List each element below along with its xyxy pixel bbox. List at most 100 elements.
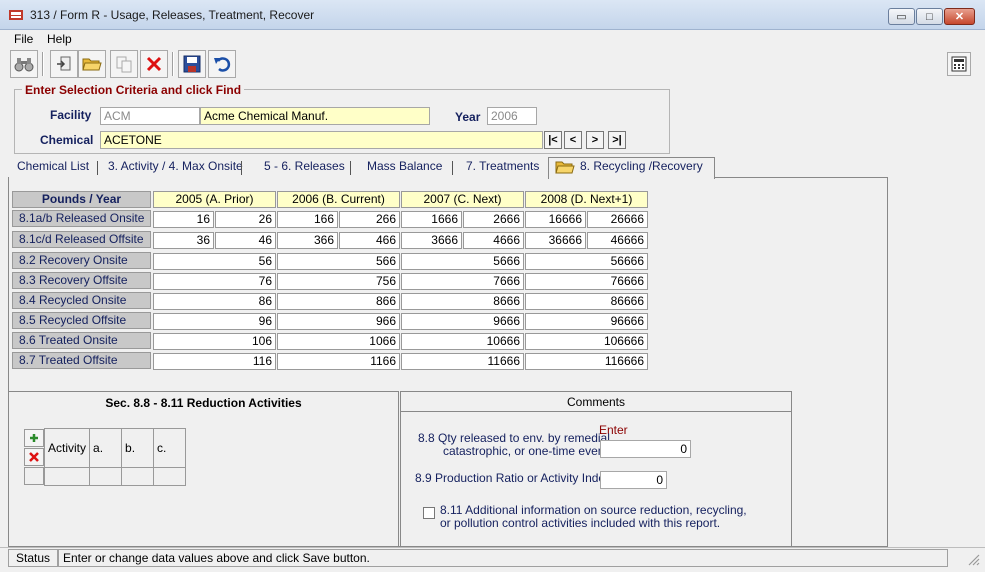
grid-cell[interactable]: 16666 [525,211,586,228]
grid-cell[interactable]: 56 [153,253,276,270]
grid-cell[interactable]: 1066 [277,333,400,350]
menu-bar: File Help [0,30,985,48]
minimize-button[interactable]: ▭ [888,8,915,25]
q811-checkbox[interactable] [423,507,435,519]
row-selector[interactable] [24,467,44,485]
grid-cell[interactable]: 8666 [401,293,524,310]
grid-cell[interactable]: 4666 [463,232,524,249]
close-icon: ✕ [954,11,965,23]
tab-panel-top-border [714,177,888,178]
open-button[interactable] [78,50,106,78]
grid-cell[interactable]: 106666 [525,333,648,350]
q88-field[interactable]: 0 [600,440,691,458]
add-activity-button[interactable] [24,429,44,447]
q89-field[interactable]: 0 [600,471,667,489]
grid-cell[interactable]: 76 [153,273,276,290]
grid-cell[interactable]: 56666 [525,253,648,270]
tab-comments[interactable]: Comments [400,391,792,412]
grid-cell[interactable]: 86 [153,293,276,310]
tab-releases[interactable]: 5 - 6. Releases [264,159,345,177]
menu-file[interactable]: File [14,32,33,46]
grid-cell[interactable]: 3666 [401,232,462,249]
save-disk-icon [183,55,201,73]
row-label: 8.2 Recovery Onsite [12,252,151,269]
year-field[interactable]: 2006 [487,107,537,125]
grid-cell[interactable]: 86666 [525,293,648,310]
facility-name-field[interactable]: Acme Chemical Manuf. [200,107,430,125]
grid-cell[interactable]: 116 [153,353,276,370]
grid-cell[interactable]: 96666 [525,313,648,330]
menu-help[interactable]: Help [47,32,72,46]
tab-mass-balance[interactable]: Mass Balance [367,159,442,177]
resize-grip-icon[interactable] [966,552,980,566]
grid-cell[interactable]: 46666 [587,232,648,249]
grid-cell[interactable]: 106 [153,333,276,350]
nav-first-button[interactable]: |< [544,131,562,149]
nav-next-button[interactable]: > [586,131,604,149]
grid-cell[interactable]: 966 [277,313,400,330]
a-column-header: a. [89,428,123,468]
selection-criteria-legend: Enter Selection Criteria and click Find [22,83,245,97]
grid-cell[interactable]: 1166 [277,353,400,370]
chemical-field[interactable]: ACETONE [100,131,543,149]
grid-cell[interactable]: 26 [215,211,276,228]
save-button[interactable] [178,50,206,78]
grid-cell[interactable]: 2666 [463,211,524,228]
b-cell[interactable] [121,467,155,486]
q89-label: 8.9 Production Ratio or Activity Index [415,471,612,485]
tab-chemical-list[interactable]: Chemical List [17,159,89,177]
open-folder-icon [555,161,575,174]
tab-activity[interactable]: 3. Activity / 4. Max Onsite [108,159,243,177]
grid-cell[interactable]: 756 [277,273,400,290]
activity-cell[interactable] [43,467,91,486]
delete-button[interactable] [140,50,168,78]
column-header-prior: 2005 (A. Prior) [153,191,276,208]
nav-last-button[interactable]: >| [608,131,626,149]
grid-cell[interactable]: 1666 [401,211,462,228]
exit-button[interactable] [50,50,78,78]
nav-prev-button[interactable]: < [564,131,582,149]
grid-cell[interactable]: 16 [153,211,214,228]
grid-cell[interactable]: 26666 [587,211,648,228]
grid-cell[interactable]: 866 [277,293,400,310]
grid-cell[interactable]: 96 [153,313,276,330]
grid-cell[interactable]: 36666 [525,232,586,249]
grid-cell[interactable]: 76666 [525,273,648,290]
grid-corner-header: Pounds / Year [12,191,151,208]
binoculars-icon [14,58,34,72]
c-column-header: c. [153,428,187,468]
grid-cell[interactable]: 566 [277,253,400,270]
c-cell[interactable] [153,467,187,486]
remove-activity-button[interactable] [24,448,44,466]
b-column-header: b. [121,428,155,468]
row-label: 8.1c/d Released Offsite [12,231,151,248]
app-icon [9,10,23,20]
grid-cell[interactable]: 366 [277,232,338,249]
open-folder-icon [82,58,102,71]
tab-separator [350,161,351,175]
facility-code-field[interactable]: ACM [100,107,200,125]
a-cell[interactable] [89,467,123,486]
q88-label-line2: catastrophic, or one-time events [443,444,614,458]
grid-cell[interactable]: 9666 [401,313,524,330]
grid-cell[interactable]: 46 [215,232,276,249]
maximize-button[interactable]: □ [916,8,943,25]
grid-cell[interactable]: 5666 [401,253,524,270]
grid-cell[interactable]: 466 [339,232,400,249]
undo-button[interactable] [208,50,236,78]
grid-cell[interactable]: 7666 [401,273,524,290]
row-label: 8.5 Recycled Offsite [12,312,151,329]
grid-cell[interactable]: 266 [339,211,400,228]
grid-cell[interactable]: 116666 [525,353,648,370]
close-button[interactable]: ✕ [944,8,975,25]
copy-button[interactable] [110,50,138,78]
grid-cell[interactable]: 166 [277,211,338,228]
tab-treatments[interactable]: 7. Treatments [466,159,539,177]
calculator-button[interactable] [947,52,971,76]
tab-recycling-recovery[interactable]: 8. Recycling /Recovery [580,159,703,177]
find-button[interactable] [10,50,38,78]
grid-cell[interactable]: 36 [153,232,214,249]
grid-cell[interactable]: 10666 [401,333,524,350]
status-text: Enter or change data values above and cl… [58,549,948,567]
grid-cell[interactable]: 11666 [401,353,524,370]
